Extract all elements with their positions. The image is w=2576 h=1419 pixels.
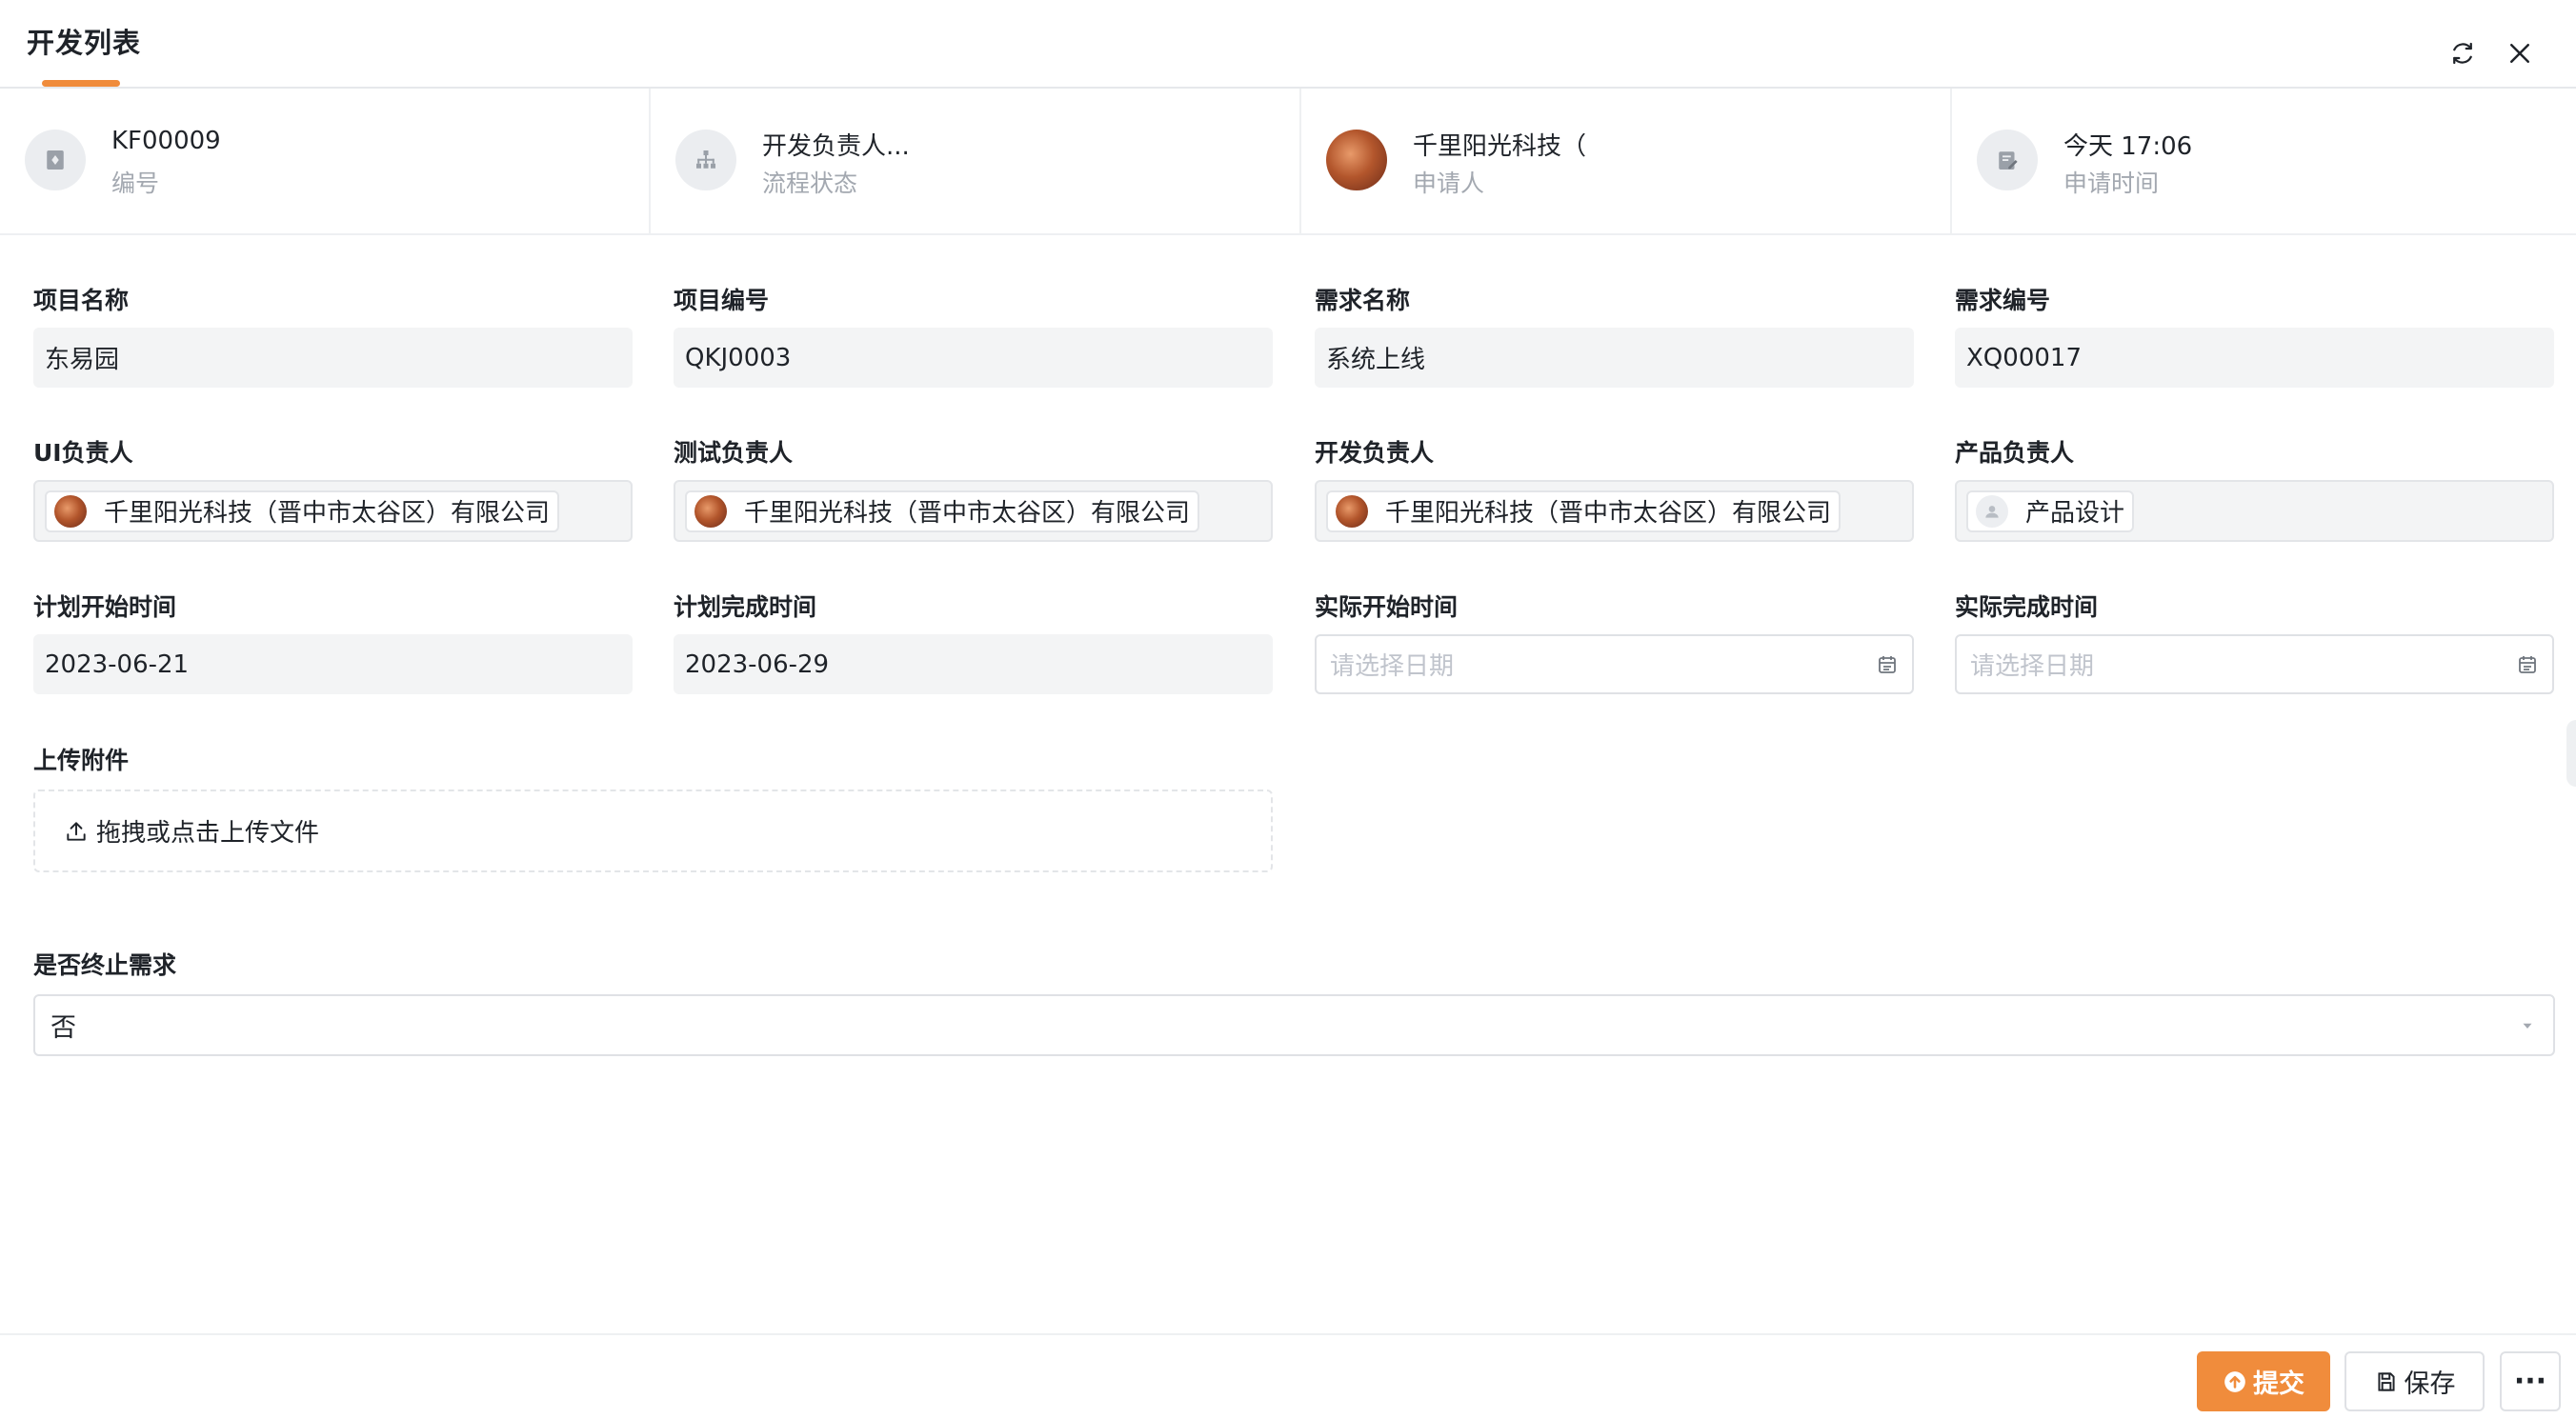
product-owner-label: 产品负责人	[1955, 439, 2075, 467]
project-name-label: 项目名称	[33, 287, 130, 314]
product-owner-value: 产品设计	[2025, 499, 2125, 528]
more-button[interactable]: ···	[2500, 1351, 2561, 1411]
summary-status-label: 流程状态	[762, 170, 858, 197]
actual-end-label: 实际完成时间	[1955, 593, 2099, 621]
calendar-icon[interactable]	[2516, 653, 2539, 676]
avatar	[694, 494, 727, 528]
summary-number: KF00009 编号	[0, 89, 651, 233]
footer-toolbar: 提交 保存 ···	[0, 1333, 2576, 1419]
summary-time: 今天 17:06 申请时间	[1952, 89, 2573, 233]
product-owner-field[interactable]: 产品设计	[1955, 480, 2554, 542]
upload-circle-icon	[2224, 1370, 2245, 1392]
summary-time-label: 申请时间	[2063, 170, 2160, 197]
dev-owner-field[interactable]: 千里阳光科技（晋中市太谷区）有限公司	[1315, 480, 1914, 542]
terminate-value: 否	[50, 1013, 76, 1043]
terminate-select[interactable]: 否	[33, 994, 2555, 1056]
project-name-field: 东易园	[33, 328, 633, 388]
calendar-icon[interactable]	[1876, 653, 1899, 676]
plan-end-value: 2023-06-29	[685, 650, 830, 679]
id-badge-icon	[25, 130, 86, 190]
plan-start-label: 计划开始时间	[33, 593, 177, 621]
plan-end-field: 2023-06-29	[674, 634, 1273, 694]
upload-dropzone[interactable]: 拖拽或点击上传文件	[33, 789, 1273, 872]
summary-status-value: 开发负责人...	[762, 132, 910, 161]
plan-start-value: 2023-06-21	[45, 650, 190, 679]
ui-owner-field[interactable]: 千里阳光科技（晋中市太谷区）有限公司	[33, 480, 633, 542]
person-tag[interactable]: 千里阳光科技（晋中市太谷区）有限公司	[685, 490, 1200, 532]
chevron-down-icon	[2523, 1023, 2532, 1029]
actual-end-datepicker[interactable]: 请选择日期	[1955, 634, 2554, 694]
summary-status: 开发负责人... 流程状态	[651, 89, 1301, 233]
summary-number-label: 编号	[111, 170, 160, 197]
actual-start-datepicker[interactable]: 请选择日期	[1315, 634, 1914, 694]
close-icon[interactable]	[2503, 36, 2537, 70]
avatar	[1336, 494, 1368, 528]
side-collapse-handle[interactable]	[2566, 720, 2576, 787]
plan-start-field: 2023-06-21	[33, 634, 633, 694]
dev-owner-label: 开发负责人	[1315, 439, 1435, 467]
project-code-field: QKJ0003	[674, 328, 1273, 388]
req-name-label: 需求名称	[1315, 287, 1411, 314]
summary-applicant: 千里阳光科技（ 申请人	[1301, 89, 1952, 233]
actual-start-label: 实际开始时间	[1315, 593, 1459, 621]
save-label: 保存	[2404, 1369, 2456, 1399]
upload-label: 上传附件	[33, 747, 130, 774]
req-code-value: XQ00017	[1966, 343, 2082, 372]
upload-icon	[67, 821, 86, 841]
upload-text: 拖拽或点击上传文件	[96, 819, 320, 848]
applicant-avatar	[1326, 130, 1387, 190]
save-icon	[2377, 1371, 2395, 1391]
person-tag[interactable]: 千里阳光科技（晋中市太谷区）有限公司	[1326, 490, 1841, 532]
test-owner-value: 千里阳光科技（晋中市太谷区）有限公司	[744, 499, 1191, 528]
org-chart-icon	[675, 130, 736, 190]
project-code-label: 项目编号	[674, 287, 770, 314]
test-owner-field[interactable]: 千里阳光科技（晋中市太谷区）有限公司	[674, 480, 1273, 542]
ui-owner-value: 千里阳光科技（晋中市太谷区）有限公司	[104, 499, 551, 528]
ui-owner-label: UI负责人	[33, 439, 133, 467]
req-code-field: XQ00017	[1955, 328, 2554, 388]
person-tag[interactable]: 产品设计	[1966, 490, 2135, 532]
test-owner-label: 测试负责人	[674, 439, 794, 467]
project-code-value: QKJ0003	[685, 343, 792, 372]
default-user-icon	[1976, 494, 2008, 528]
more-icon: ···	[2513, 1365, 2547, 1398]
refresh-icon[interactable]	[2445, 36, 2480, 70]
project-name-value: 东易园	[45, 346, 120, 374]
submit-label: 提交	[2253, 1369, 2304, 1399]
terminate-label: 是否终止需求	[33, 951, 177, 979]
summary-time-value: 今天 17:06	[2063, 132, 2193, 161]
submit-button[interactable]: 提交	[2197, 1351, 2330, 1411]
save-button[interactable]: 保存	[2345, 1351, 2485, 1411]
title-underline	[42, 80, 120, 87]
page-title: 开发列表	[27, 27, 142, 59]
req-name-value: 系统上线	[1326, 346, 1426, 374]
dev-owner-value: 千里阳光科技（晋中市太谷区）有限公司	[1385, 499, 1832, 528]
avatar	[54, 494, 87, 528]
actual-start-placeholder: 请选择日期	[1330, 652, 1455, 681]
dev-list-panel: 开发列表 KF00009 编号 开发负责人... 流程状态 千里阳光科技（ 申请…	[0, 0, 2576, 1419]
summary-strip: KF00009 编号 开发负责人... 流程状态 千里阳光科技（ 申请人 今天 …	[0, 89, 2576, 235]
person-tag[interactable]: 千里阳光科技（晋中市太谷区）有限公司	[45, 490, 560, 532]
summary-applicant-value: 千里阳光科技（	[1413, 132, 1587, 161]
document-edit-icon	[1977, 130, 2038, 190]
summary-number-value: KF00009	[111, 127, 221, 155]
req-code-label: 需求编号	[1955, 287, 2051, 314]
actual-end-placeholder: 请选择日期	[1970, 652, 2095, 681]
req-name-field: 系统上线	[1315, 328, 1914, 388]
summary-applicant-label: 申请人	[1413, 170, 1485, 197]
panel-header: 开发列表	[0, 0, 2576, 89]
plan-end-label: 计划完成时间	[674, 593, 817, 621]
